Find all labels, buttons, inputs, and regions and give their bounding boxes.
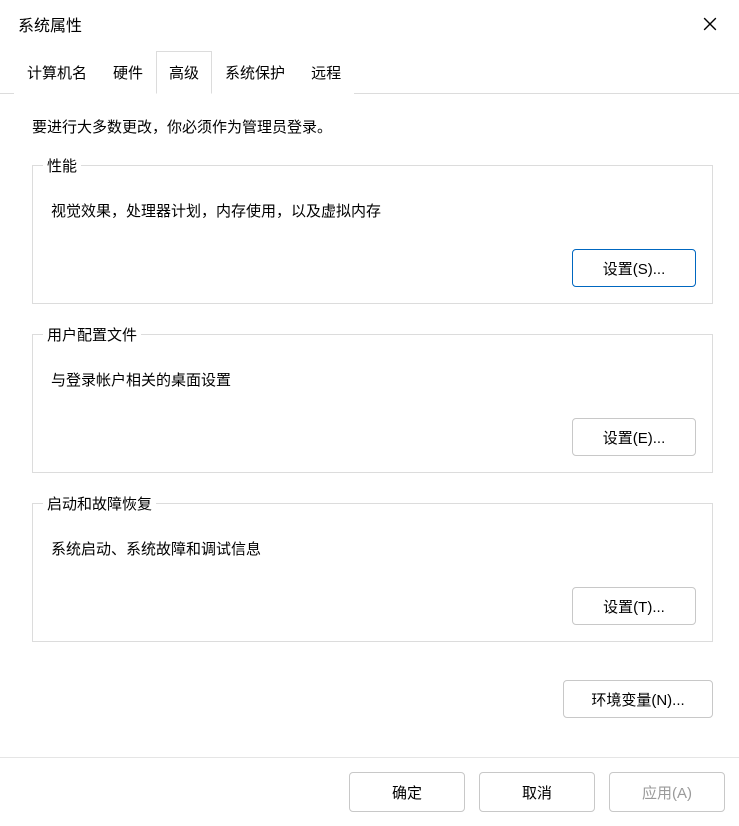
user-profiles-settings-button[interactable]: 设置(E)... (572, 418, 696, 456)
ok-button[interactable]: 确定 (349, 772, 465, 812)
apply-button[interactable]: 应用(A) (609, 772, 725, 812)
group-performance-legend: 性能 (43, 155, 81, 176)
group-performance-desc: 视觉效果，处理器计划，内存使用，以及虚拟内存 (51, 200, 696, 221)
dialog-footer: 确定 取消 应用(A) (0, 757, 739, 826)
tab-advanced[interactable]: 高级 (156, 51, 212, 94)
window-title: 系统属性 (18, 12, 82, 36)
admin-note: 要进行大多数更改，你必须作为管理员登录。 (32, 116, 713, 137)
tab-remote[interactable]: 远程 (298, 51, 354, 94)
env-vars-row: 环境变量(N)... (0, 680, 739, 718)
tab-content-advanced: 要进行大多数更改，你必须作为管理员登录。 性能 视觉效果，处理器计划，内存使用，… (0, 94, 739, 672)
group-startup-recovery: 启动和故障恢复 系统启动、系统故障和调试信息 设置(T)... (32, 493, 713, 642)
cancel-button[interactable]: 取消 (479, 772, 595, 812)
group-user-profiles-button-row: 设置(E)... (49, 418, 696, 456)
tab-computer-name[interactable]: 计算机名 (14, 51, 100, 94)
group-startup-recovery-desc: 系统启动、系统故障和调试信息 (51, 538, 696, 559)
group-user-profiles-legend: 用户配置文件 (43, 324, 141, 345)
startup-recovery-settings-button[interactable]: 设置(T)... (572, 587, 696, 625)
tab-hardware[interactable]: 硬件 (100, 51, 156, 94)
titlebar: 系统属性 (0, 0, 739, 44)
group-startup-recovery-legend: 启动和故障恢复 (43, 493, 156, 514)
group-performance: 性能 视觉效果，处理器计划，内存使用，以及虚拟内存 设置(S)... (32, 155, 713, 304)
group-user-profiles: 用户配置文件 与登录帐户相关的桌面设置 设置(E)... (32, 324, 713, 473)
close-button[interactable] (689, 7, 731, 41)
group-performance-button-row: 设置(S)... (49, 249, 696, 287)
close-icon (703, 17, 717, 31)
tab-system-protection[interactable]: 系统保护 (212, 51, 298, 94)
group-startup-recovery-button-row: 设置(T)... (49, 587, 696, 625)
performance-settings-button[interactable]: 设置(S)... (572, 249, 696, 287)
tab-bar: 计算机名 硬件 高级 系统保护 远程 (0, 50, 739, 94)
env-vars-button[interactable]: 环境变量(N)... (563, 680, 713, 718)
group-user-profiles-desc: 与登录帐户相关的桌面设置 (51, 369, 696, 390)
